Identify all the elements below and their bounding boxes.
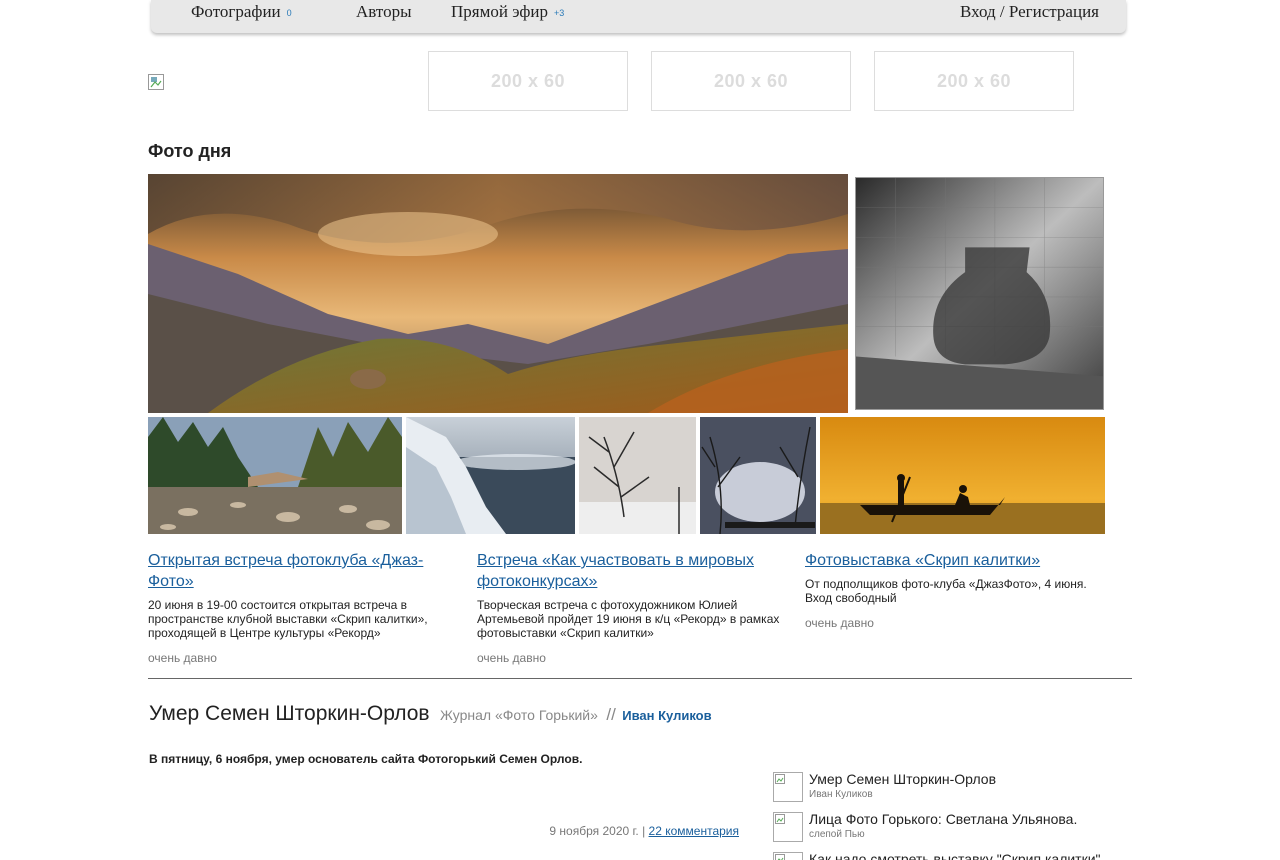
article-separator: // xyxy=(606,705,616,724)
news-time: очень давно xyxy=(805,616,874,630)
section-divider xyxy=(148,678,1132,679)
news-item: Фотовыставка «Скрип калитки» От подполщи… xyxy=(805,550,1110,630)
related-item[interactable]: Умер Семен Шторкин-Орлов Иван Куликов xyxy=(773,771,1113,811)
photo-frozen-shore[interactable] xyxy=(406,417,575,534)
article-date: 9 ноября 2020 г. | xyxy=(549,824,646,838)
top-nav: Фотографии 0 Авторы Прямой эфир +3 Вход / … xyxy=(151,0,1126,33)
news-text: 20 июня в 19-00 состоится открытая встре… xyxy=(148,598,428,640)
related-item[interactable]: Как надо смотреть выставку "Скрип калитк… xyxy=(773,851,1113,860)
related-author: Иван Куликов xyxy=(809,789,873,800)
article-lead: В пятницу, 6 ноября, умер основатель сай… xyxy=(149,752,583,766)
related-title[interactable]: Умер Семен Шторкин-Орлов xyxy=(809,771,996,787)
news-text: От подполщиков фото-клуба «ДжазФото», 4 … xyxy=(805,577,1087,605)
news-title-link[interactable]: Фотовыставка «Скрип калитки» xyxy=(805,550,1110,571)
photo-forest-river[interactable] xyxy=(148,417,402,534)
nav-photos-count: 0 xyxy=(286,8,292,18)
article-journal[interactable]: Журнал «Фото Горький» xyxy=(440,707,598,723)
article-header: Умер Семен Шторкин-Орлов Журнал «Фото Го… xyxy=(149,702,712,726)
news-time: очень давно xyxy=(148,651,217,665)
nav-live-count: +3 xyxy=(554,8,565,18)
related-item[interactable]: Лица Фото Горького: Светлана Ульянова. с… xyxy=(773,811,1113,851)
comments-link[interactable]: 22 комментария xyxy=(649,824,739,838)
article-author-link[interactable]: Иван Куликов xyxy=(622,708,711,723)
ad-banner[interactable]: 200 x 60 xyxy=(428,51,628,111)
broken-image-icon[interactable] xyxy=(148,74,164,90)
ad-banner[interactable]: 200 x 60 xyxy=(651,51,851,111)
photo-winter-tree[interactable] xyxy=(579,417,696,534)
broken-image-icon[interactable] xyxy=(773,812,803,842)
related-title[interactable]: Лица Фото Горького: Светлана Ульянова. xyxy=(809,811,1077,827)
broken-image-icon[interactable] xyxy=(773,772,803,802)
article-title[interactable]: Умер Семен Шторкин-Орлов xyxy=(149,702,430,725)
news-title-link[interactable]: Открытая встреча фотоклуба «Джаз-Фото» xyxy=(148,550,453,592)
article-meta: 9 ноября 2020 г. | 22 комментария xyxy=(549,824,739,838)
login-register-link[interactable]: Вход / Регистрация xyxy=(960,2,1099,22)
nav-live-label: Прямой эфир xyxy=(451,2,549,21)
nav-live[interactable]: Прямой эфир +3 xyxy=(451,2,564,22)
photo-vase-shadow[interactable] xyxy=(855,177,1104,410)
related-list: Умер Семен Шторкин-Орлов Иван Куликов Ли… xyxy=(773,771,1113,860)
photo-mountain-sunset[interactable] xyxy=(148,174,848,413)
nav-photos[interactable]: Фотографии 0 xyxy=(191,2,292,22)
news-time: очень давно xyxy=(477,651,546,665)
nav-authors[interactable]: Авторы xyxy=(356,2,412,22)
related-title[interactable]: Как надо смотреть выставку "Скрип калитк… xyxy=(809,851,1101,860)
nav-photos-label: Фотографии xyxy=(191,2,281,21)
broken-image-icon[interactable] xyxy=(773,852,803,860)
photo-night-snow[interactable] xyxy=(700,417,816,534)
ad-banner[interactable]: 200 x 60 xyxy=(874,51,1074,111)
news-title-link[interactable]: Встреча «Как участвовать в мировых фоток… xyxy=(477,550,782,592)
related-author: слепой Пью xyxy=(809,829,865,840)
news-text: Творческая встреча с фотохудожником Юлие… xyxy=(477,598,780,640)
photo-sunset-boat[interactable] xyxy=(820,417,1105,534)
news-item: Встреча «Как участвовать в мировых фоток… xyxy=(477,550,782,665)
section-title: Фото дня xyxy=(148,141,232,161)
news-item: Открытая встреча фотоклуба «Джаз-Фото» 2… xyxy=(148,550,453,665)
